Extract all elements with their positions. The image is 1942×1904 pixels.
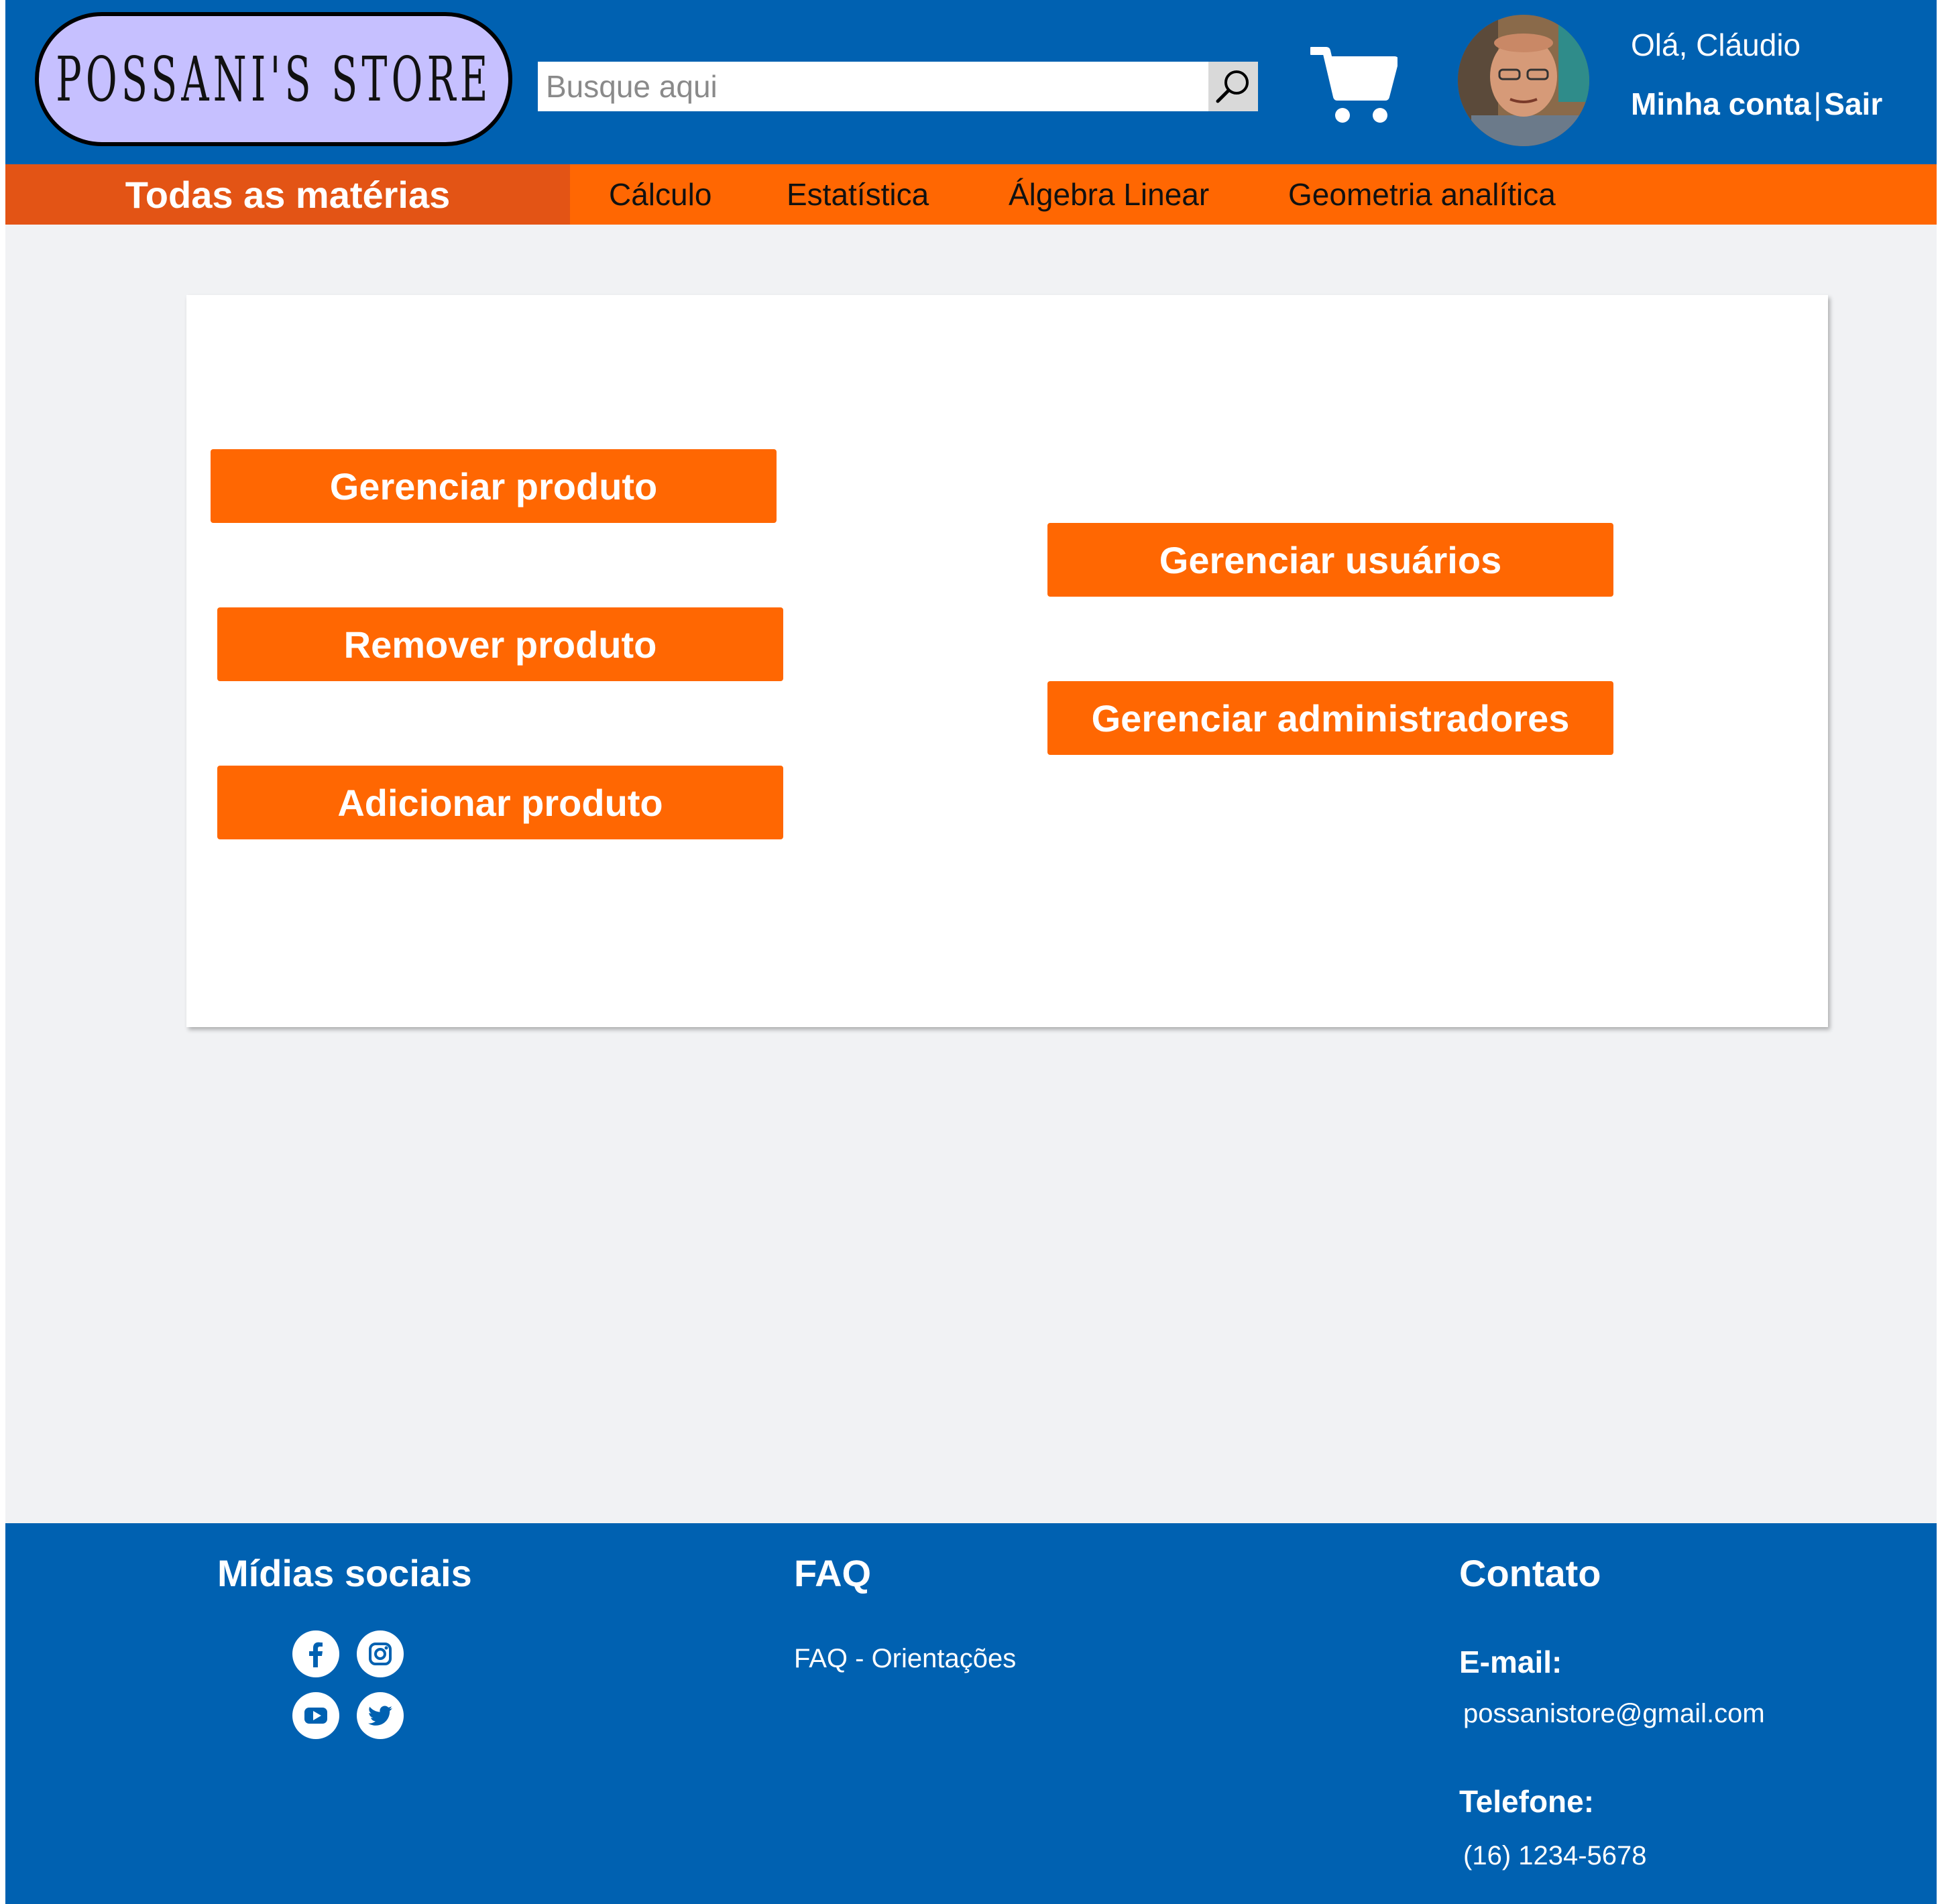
- manage-users-button[interactable]: Gerenciar usuários: [1047, 523, 1613, 597]
- nav-item-calculo[interactable]: Cálculo: [609, 164, 711, 225]
- phone-label: Telefone:: [1459, 1784, 1595, 1819]
- social-media-title: Mídias sociais: [217, 1552, 472, 1594]
- add-product-button[interactable]: Adicionar produto: [217, 766, 783, 839]
- link-separator: |: [1813, 86, 1822, 121]
- site-header: POSSANI'S STORE Busque aqui Olá, Cláudio…: [5, 0, 1937, 164]
- faq-title: FAQ: [794, 1552, 872, 1594]
- manage-product-button[interactable]: Gerenciar produto: [211, 449, 777, 523]
- instagram-link[interactable]: [357, 1630, 404, 1677]
- store-logo[interactable]: POSSANI'S STORE: [35, 12, 512, 146]
- phone-value: (16) 1234-5678: [1463, 1841, 1647, 1870]
- remove-product-button[interactable]: Remover produto: [217, 607, 783, 681]
- account-links: Minha conta|Sair: [1631, 86, 1882, 122]
- nav-item-estatistica[interactable]: Estatística: [787, 164, 929, 225]
- my-account-link[interactable]: Minha conta: [1631, 86, 1811, 122]
- category-nav: Todas as matérias Cálculo Estatística Ál…: [5, 164, 1937, 225]
- youtube-link[interactable]: [292, 1692, 339, 1739]
- nav-item-algebra-linear[interactable]: Álgebra Linear: [1009, 164, 1209, 225]
- user-greeting: Olá, Cláudio: [1631, 27, 1801, 62]
- faq-link[interactable]: FAQ - Orientações: [794, 1644, 1016, 1674]
- search-icon: [1216, 70, 1249, 103]
- admin-panel: Gerenciar produto Remover produto Adicio…: [186, 295, 1828, 1027]
- email-label: E-mail:: [1459, 1645, 1562, 1679]
- manage-admins-button[interactable]: Gerenciar administradores: [1047, 681, 1613, 755]
- twitter-link[interactable]: [357, 1692, 404, 1739]
- search-input[interactable]: [538, 62, 1208, 111]
- cart-icon: [1308, 47, 1399, 123]
- nav-all-subjects[interactable]: Todas as matérias: [5, 164, 570, 225]
- contact-title: Contato: [1459, 1552, 1601, 1594]
- search-bar: [538, 62, 1258, 111]
- cart-button[interactable]: [1308, 44, 1399, 126]
- facebook-icon: [309, 1642, 323, 1667]
- email-value: possanistore@gmail.com: [1463, 1699, 1765, 1728]
- youtube-icon: [304, 1708, 327, 1724]
- nav-item-geometria-analitica[interactable]: Geometria analítica: [1288, 164, 1556, 225]
- search-button[interactable]: [1208, 62, 1258, 111]
- site-footer: Mídias sociais FAQ FAQ - Orientações Con…: [5, 1523, 1937, 1904]
- instagram-icon: [369, 1643, 392, 1665]
- twitter-icon: [368, 1706, 392, 1726]
- logo-text: POSSANI'S STORE: [55, 43, 492, 115]
- user-avatar[interactable]: [1458, 15, 1589, 146]
- facebook-link[interactable]: [292, 1630, 339, 1677]
- user-photo: [1458, 15, 1589, 146]
- logout-link[interactable]: Sair: [1824, 86, 1882, 122]
